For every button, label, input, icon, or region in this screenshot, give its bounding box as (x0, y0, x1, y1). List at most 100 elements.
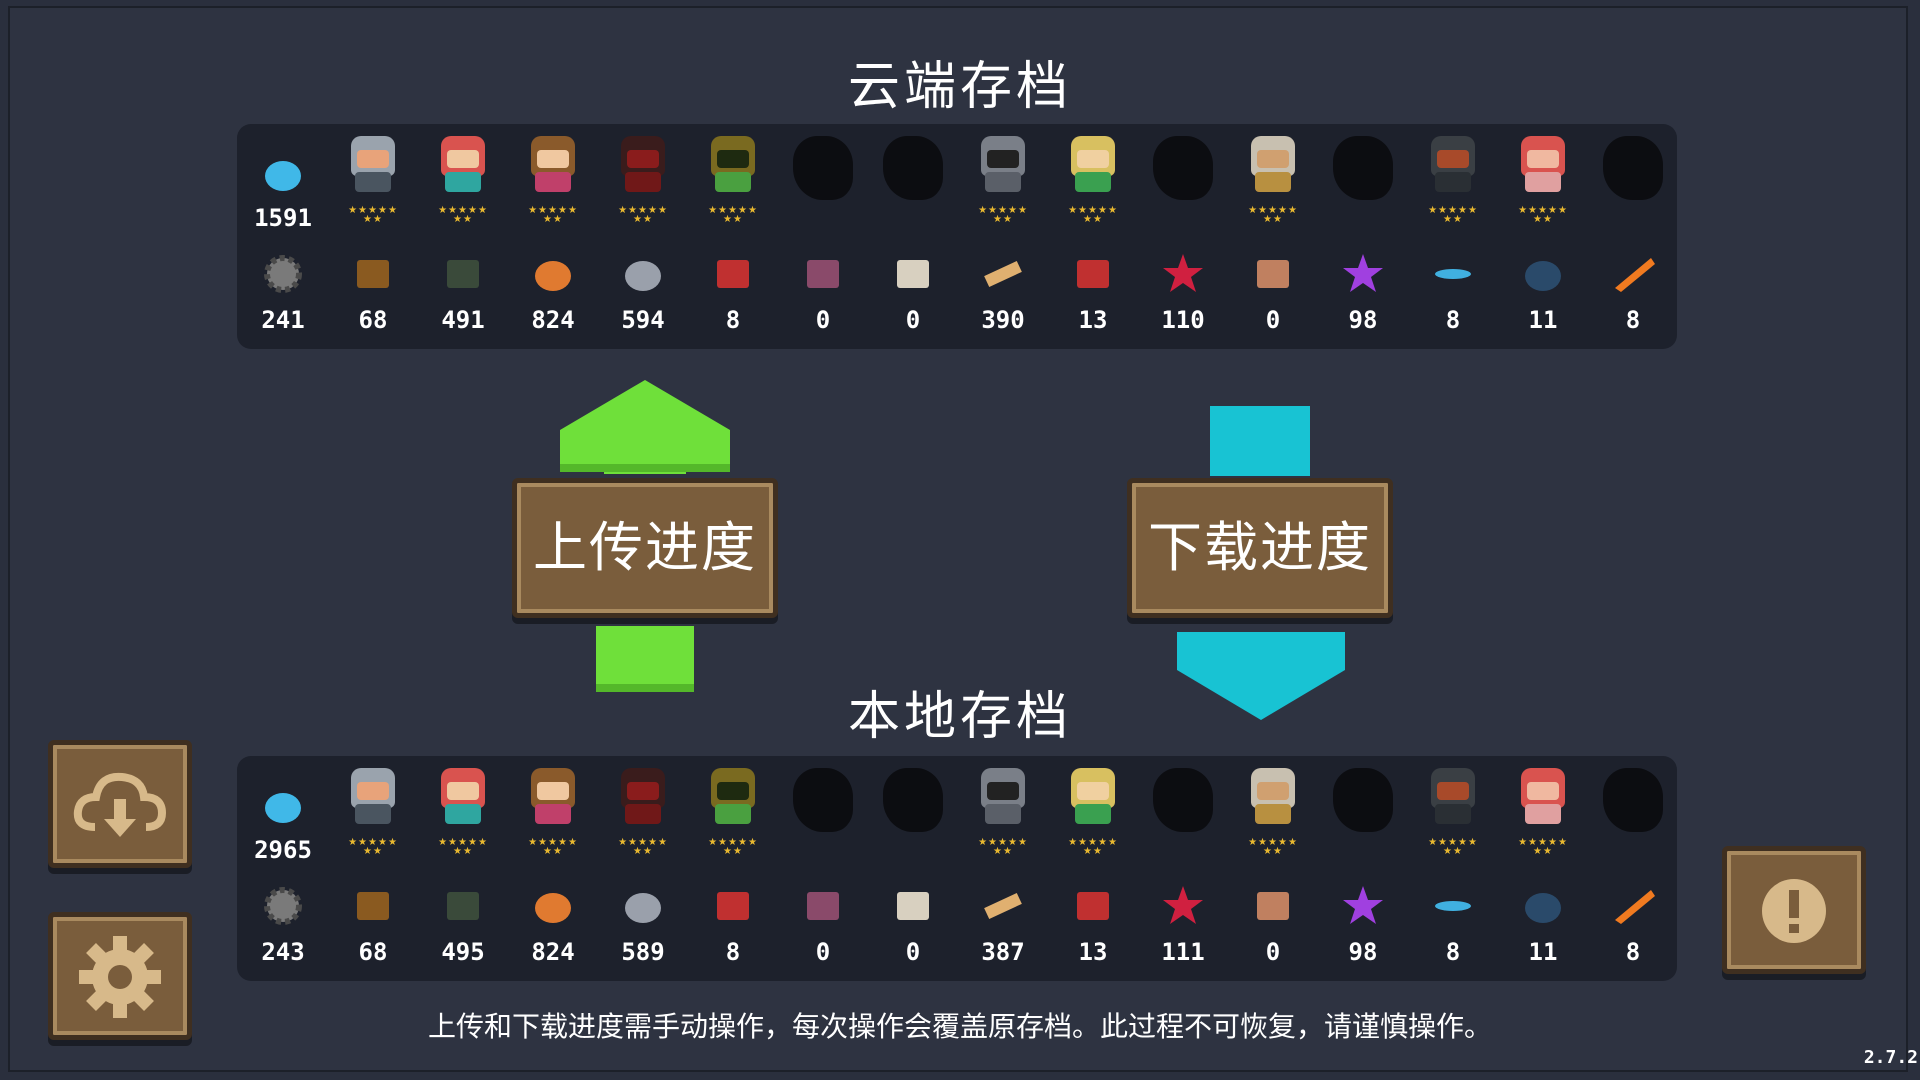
hero-stars: ★★★★★ ★★ (1248, 837, 1298, 857)
cloud-save-title: 云端存档 (847, 57, 1072, 117)
hammer-icon (357, 892, 389, 920)
gun-part-icon (717, 260, 749, 288)
battery-icon (447, 260, 479, 288)
wood-plank-icon (984, 260, 1022, 288)
jar-icon (1257, 892, 1289, 920)
hero-stars: ★★★★★ ★★ (618, 837, 668, 857)
material-count: 110 (1161, 306, 1205, 334)
material-count: 824 (531, 306, 575, 334)
hero-portrait (435, 132, 491, 196)
hero-stars: ★★★★★ ★★ (978, 837, 1028, 857)
hero-portrait (525, 132, 581, 196)
fish-icon (1525, 893, 1561, 923)
carrot-icon (1615, 890, 1655, 924)
hero-stars: ★★★★★ ★★ (1518, 837, 1568, 857)
material-count: 0 (1265, 938, 1281, 966)
hero-stars: ★★★★★ ★★ (1068, 837, 1118, 857)
hero-portrait (975, 764, 1031, 828)
cloud-save-panel: 1591 ★★★★★ ★★ ★★★★★ ★★ ★★★★★ ★★ ★★★★★ ★★ ★★★★… (237, 124, 1677, 349)
material-count: 824 (531, 938, 575, 966)
hero-stars: ★★★★★ ★★ (618, 205, 668, 225)
hero-stars: ★★★★★ ★★ (1428, 205, 1478, 225)
material-count: 13 (1078, 938, 1108, 966)
locked-hero-silhouette (1333, 768, 1393, 832)
material-count: 589 (621, 938, 665, 966)
material-count: 68 (358, 938, 388, 966)
stone-icon (625, 261, 661, 291)
hero-portrait (1245, 764, 1301, 828)
purple-crystal-icon (1343, 254, 1383, 292)
exclamation-icon (1762, 879, 1826, 943)
material-count: 387 (981, 938, 1025, 966)
totem-icon (807, 260, 839, 288)
hero-portrait (525, 764, 581, 828)
red-leaf-icon (1163, 254, 1203, 292)
warning-note: 上传和下载进度需手动操作，每次操作会覆盖原存档。此过程不可恢复，请谨慎操作。 (427, 1010, 1492, 1043)
locked-hero-silhouette (1153, 136, 1213, 200)
material-count: 8 (725, 938, 741, 966)
local-save-title: 本地存档 (847, 687, 1072, 747)
chip-icon (1077, 892, 1109, 920)
purple-crystal-icon (1343, 886, 1383, 924)
hero-portrait (1515, 764, 1571, 828)
hero-stars: ★★★★★ ★★ (1248, 205, 1298, 225)
jar-icon (1257, 260, 1289, 288)
fish-icon (1525, 261, 1561, 291)
material-count: 0 (1265, 306, 1281, 334)
gear-part-icon (264, 255, 302, 293)
blue-gem-icon (265, 793, 301, 823)
material-count: 594 (621, 306, 665, 334)
material-count: 8 (1625, 938, 1641, 966)
ore-icon (535, 261, 571, 291)
hero-portrait (435, 764, 491, 828)
hero-portrait (345, 764, 401, 828)
locked-hero-silhouette (1333, 136, 1393, 200)
material-count: 491 (441, 306, 485, 334)
download-progress-button[interactable]: 下载进度 (1127, 478, 1393, 618)
material-count: 0 (905, 306, 921, 334)
material-count: 243 (261, 938, 305, 966)
hero-stars: ★★★★★ ★★ (348, 837, 398, 857)
material-count: 11 (1528, 938, 1558, 966)
locked-hero-silhouette (1153, 768, 1213, 832)
gem-count: 2965 (254, 836, 312, 864)
material-count: 11 (1528, 306, 1558, 334)
material-count: 0 (815, 306, 831, 334)
hero-portrait (1065, 132, 1121, 196)
hero-stars: ★★★★★ ★★ (438, 837, 488, 857)
upload-progress-button[interactable]: 上传进度 (512, 478, 778, 618)
hero-stars: ★★★★★ ★★ (348, 205, 398, 225)
hero-portrait (1065, 764, 1121, 828)
wood-plank-icon (984, 892, 1022, 920)
material-count: 8 (1445, 938, 1461, 966)
gear-part-icon (264, 887, 302, 925)
alert-button[interactable] (1722, 846, 1866, 974)
material-count: 390 (981, 306, 1025, 334)
material-count: 8 (1445, 306, 1461, 334)
material-count: 0 (905, 938, 921, 966)
hero-stars: ★★★★★ ★★ (528, 837, 578, 857)
locked-hero-silhouette (793, 136, 853, 200)
hero-portrait (705, 132, 761, 196)
hero-stars: ★★★★★ ★★ (1068, 205, 1118, 225)
material-count: 13 (1078, 306, 1108, 334)
hero-stars: ★★★★★ ★★ (708, 205, 758, 225)
hero-portrait (705, 764, 761, 828)
locked-hero-silhouette (1603, 136, 1663, 200)
material-count: 111 (1161, 938, 1205, 966)
blue-feather-icon (1435, 269, 1471, 279)
gem-count: 1591 (254, 204, 312, 232)
material-count: 98 (1348, 306, 1378, 334)
cloud-download-icon (73, 772, 167, 837)
hero-portrait (1245, 132, 1301, 196)
cloud-download-button[interactable] (48, 740, 192, 868)
version-label: 2.7.2 (1863, 1047, 1918, 1068)
hero-portrait (1515, 132, 1571, 196)
material-count: 98 (1348, 938, 1378, 966)
hammer-icon (357, 260, 389, 288)
hero-stars: ★★★★★ ★★ (1428, 837, 1478, 857)
material-count: 241 (261, 306, 305, 334)
material-count: 68 (358, 306, 388, 334)
hero-portrait (615, 132, 671, 196)
hero-stars: ★★★★★ ★★ (978, 205, 1028, 225)
